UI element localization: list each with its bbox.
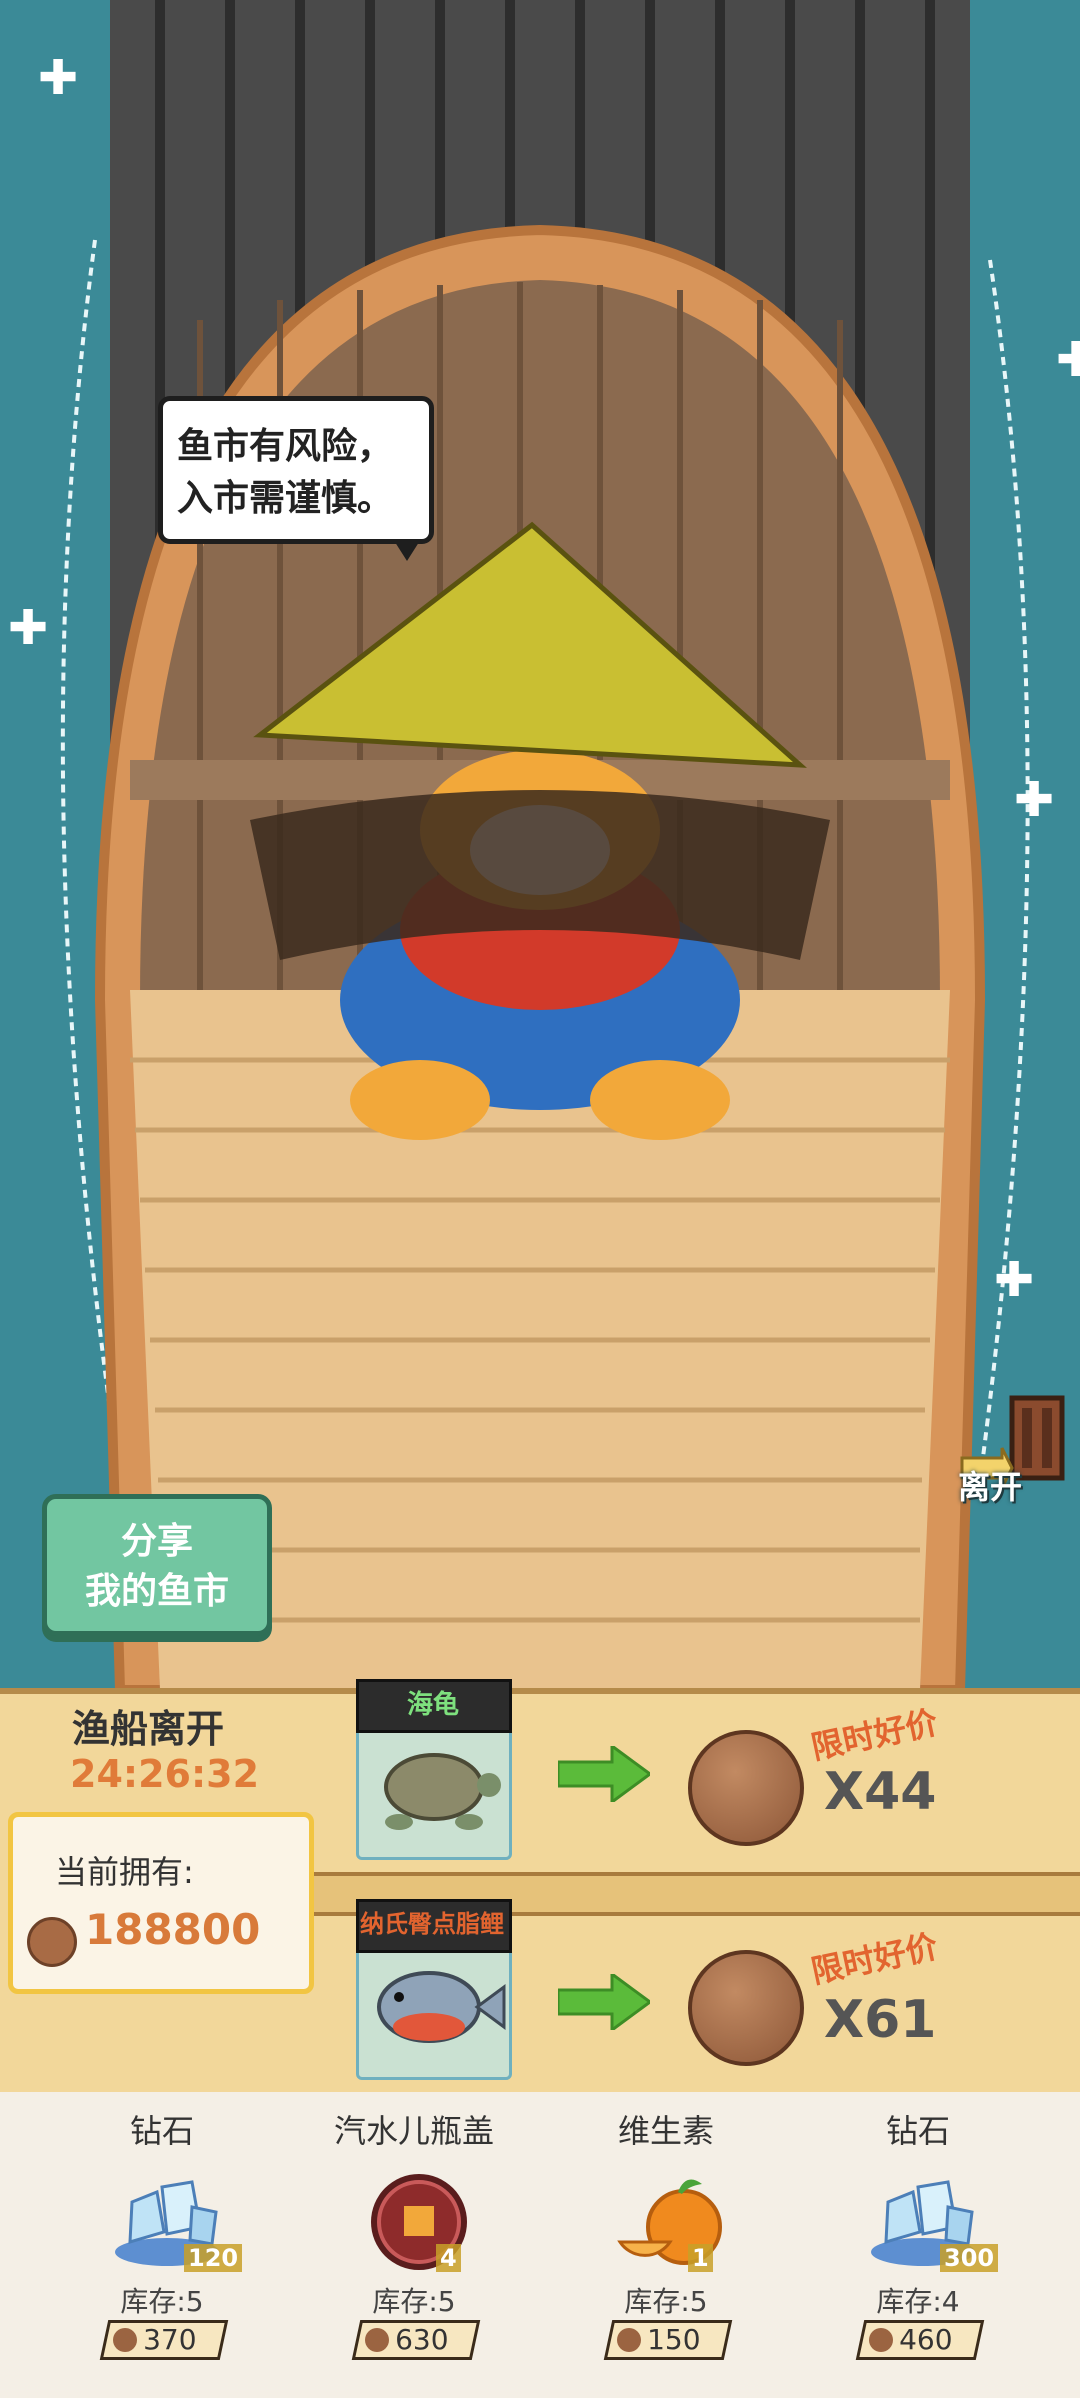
coin-icon bbox=[869, 2328, 893, 2352]
fish-jar-turtle[interactable] bbox=[356, 1679, 512, 1860]
shop-item-diamond[interactable]: 钻石 120 库存:5 370 bbox=[62, 2092, 262, 2398]
shop-item-name: 钻石 bbox=[129, 2112, 194, 2150]
fish-jar-piranha[interactable] bbox=[356, 1899, 512, 2080]
turtle-icon bbox=[384, 1753, 501, 1830]
sparkle-icon: ✚ bbox=[8, 600, 49, 656]
speech-line-2: 入市需谨慎。 bbox=[177, 478, 394, 519]
arrow-right-icon bbox=[558, 1974, 650, 2030]
piranha-icon bbox=[377, 1971, 506, 2043]
shop-item-name: 维生素 bbox=[617, 2112, 714, 2150]
coin-icon bbox=[365, 2328, 389, 2352]
leave-label[interactable]: 离开 bbox=[958, 1462, 1022, 1508]
share-market-button[interactable]: 分享 我的鱼市 bbox=[42, 1494, 272, 1636]
shop-item-bottle-cap[interactable]: 汽水儿瓶盖 4 库存:5 630 bbox=[314, 2092, 514, 2398]
item-stock: 库存:5 bbox=[120, 2285, 204, 2318]
buy-price-tag[interactable]: 150 bbox=[603, 2320, 733, 2360]
buy-price-tag[interactable]: 370 bbox=[99, 2320, 229, 2360]
item-count: 1 bbox=[688, 2244, 713, 2272]
shop-strip: 钻石 120 库存:5 370 汽水儿瓶盖 4 库存:5 630 维生素 1 库… bbox=[0, 2092, 1080, 2398]
sparkle-icon: ✚ bbox=[38, 50, 79, 106]
item-price: 150 bbox=[647, 2323, 701, 2356]
sparkle-icon: ✚ bbox=[1056, 332, 1080, 388]
item-stock: 库存:5 bbox=[372, 2285, 456, 2318]
coin-icon bbox=[27, 1917, 77, 1967]
fish-coin-icon bbox=[688, 1950, 804, 2066]
owned-label: 当前拥有: bbox=[55, 1853, 194, 1891]
share-line-1: 分享 bbox=[120, 1521, 193, 1562]
sparkle-icon: ✚ bbox=[1014, 772, 1055, 828]
item-price: 370 bbox=[143, 2323, 197, 2356]
item-count: 300 bbox=[940, 2244, 999, 2272]
shop-item-diamond[interactable]: 钻石 300 库存:4 460 bbox=[818, 2092, 1018, 2398]
buy-price-tag[interactable]: 630 bbox=[351, 2320, 481, 2360]
fish-name-2: 纳氏臀点脂鲤 bbox=[360, 1910, 504, 1938]
item-stock: 库存:4 bbox=[876, 2285, 960, 2318]
coin-icon bbox=[617, 2328, 641, 2352]
fish-coin-icon bbox=[688, 1730, 804, 1846]
sparkle-icon: ✚ bbox=[994, 1252, 1035, 1308]
item-count: 120 bbox=[184, 2244, 243, 2272]
depart-timer: 24:26:32 bbox=[70, 1752, 260, 1796]
owned-amount: 188800 bbox=[85, 1905, 261, 1954]
shop-item-name: 钻石 bbox=[885, 2112, 950, 2150]
price-label-1[interactable]: X44 bbox=[824, 1762, 936, 1822]
item-stock: 库存:5 bbox=[624, 2285, 708, 2318]
arrow-right-icon bbox=[558, 1746, 650, 1802]
bubble-tail bbox=[393, 539, 421, 561]
shop-item-vitamin[interactable]: 维生素 1 库存:5 150 bbox=[566, 2092, 766, 2398]
share-line-2: 我的鱼市 bbox=[84, 1571, 229, 1612]
shop-item-name: 汽水儿瓶盖 bbox=[333, 2112, 494, 2150]
item-price: 460 bbox=[899, 2323, 953, 2356]
fish-name-1: 海龟 bbox=[406, 1690, 459, 1720]
item-count: 4 bbox=[436, 2244, 461, 2272]
price-label-2[interactable]: X61 bbox=[824, 1990, 936, 2050]
boat-scene bbox=[0, 0, 1080, 1695]
speech-line-1: 鱼市有风险， bbox=[177, 426, 394, 467]
buy-price-tag[interactable]: 460 bbox=[855, 2320, 985, 2360]
scene-art bbox=[0, 0, 1080, 1695]
item-price: 630 bbox=[395, 2323, 449, 2356]
coin-icon bbox=[113, 2328, 137, 2352]
speech-bubble: 鱼市有风险， 入市需谨慎。 bbox=[158, 396, 434, 561]
owned-coins-box: 当前拥有: 188800 bbox=[8, 1812, 314, 1994]
boat-depart-title: 渔船离开 bbox=[72, 1707, 225, 1751]
